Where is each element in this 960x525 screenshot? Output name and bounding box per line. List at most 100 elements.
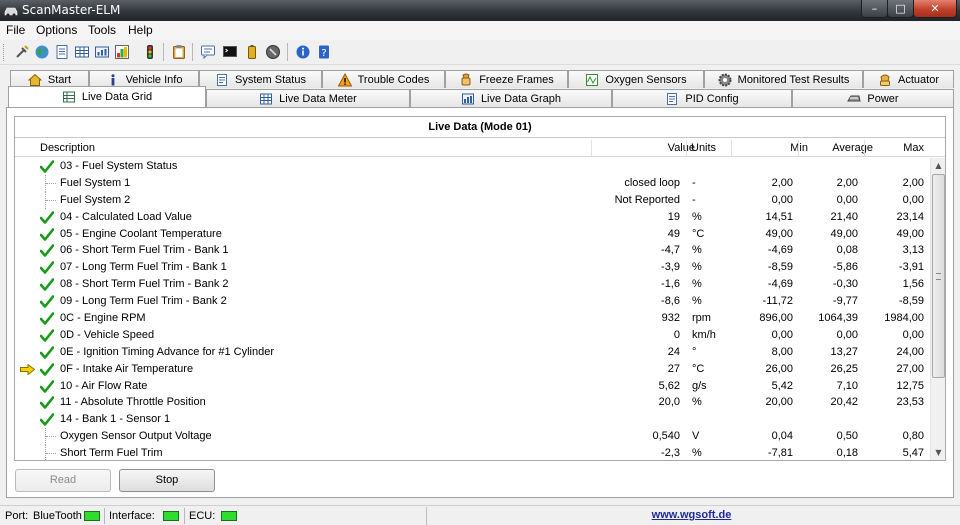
vertical-scrollbar[interactable]: ▲ ▼ — [930, 158, 945, 460]
help-icon[interactable]: ? — [315, 43, 332, 60]
traffic-light-icon[interactable] — [141, 43, 158, 60]
column-units[interactable]: Units — [691, 142, 716, 156]
cell-min: 26,00 — [765, 362, 793, 375]
cell-average: 0,00 — [836, 193, 858, 206]
table-row[interactable]: 04 - Calculated Load Value 19% 14,51 21,40 2… — [15, 209, 930, 226]
cell-units: °C — [692, 227, 705, 240]
checkmark-icon[interactable] — [40, 379, 54, 393]
tree-connector — [45, 174, 57, 192]
cell-units: ° — [692, 345, 697, 358]
grid-title: Live Data (Mode 01) — [15, 117, 945, 138]
current-row-arrow-icon — [20, 363, 35, 375]
tab-monitored-test-results[interactable]: Monitored Test Results — [704, 70, 863, 88]
tab-oxygen-sensors[interactable]: Oxygen Sensors — [568, 70, 704, 88]
chart-icon[interactable] — [113, 43, 130, 60]
table-row[interactable]: 14 - Bank 1 - Sensor 1 — [15, 411, 930, 428]
tab-actuator[interactable]: Actuator — [863, 70, 954, 88]
tab-live-data-grid[interactable]: Live Data Grid — [8, 86, 206, 107]
checkmark-icon[interactable] — [40, 413, 54, 427]
tab-pid-config[interactable]: PID Config — [612, 89, 792, 107]
cell-max: 12,75 — [896, 379, 924, 392]
scroll-up-icon[interactable]: ▲ — [931, 158, 945, 173]
website-link[interactable]: www.wgsoft.de — [652, 509, 732, 521]
cell-average: -0,30 — [832, 278, 858, 291]
table-row[interactable]: 06 - Short Term Fuel Trim - Bank 1 -4,7% -… — [15, 242, 930, 259]
tab-live-data-meter[interactable]: Live Data Meter — [206, 89, 410, 107]
tab-system-status[interactable]: System Status — [199, 70, 322, 88]
toolbar-grip[interactable] — [3, 44, 6, 61]
minimize-button[interactable]: – — [861, 0, 888, 18]
document-icon — [215, 73, 229, 87]
globe-icon[interactable] — [33, 43, 50, 60]
column-description[interactable]: Description — [40, 142, 95, 156]
tab-power[interactable]: Power — [792, 89, 954, 107]
table-row[interactable]: 11 - Absolute Throttle Position 20,0% 20,0… — [15, 394, 930, 411]
column-divider[interactable] — [731, 140, 732, 156]
table-icon[interactable] — [93, 43, 110, 60]
table-row[interactable]: 0C - Engine RPM 932 rpm 896,00 1064,39 1984,0… — [15, 310, 930, 327]
cell-max: 3,13 — [902, 244, 924, 257]
connect-icon[interactable] — [13, 43, 30, 60]
column-min[interactable]: Min — [790, 142, 808, 156]
checkmark-icon[interactable] — [40, 362, 54, 376]
column-divider[interactable] — [864, 140, 865, 156]
tab-live-data-graph[interactable]: Live Data Graph — [410, 89, 612, 107]
checkmark-icon[interactable] — [40, 345, 54, 359]
checkmark-icon[interactable] — [40, 278, 54, 292]
cell-max: 5,47 — [902, 447, 924, 460]
menu-help[interactable]: Help — [128, 23, 153, 37]
table-row[interactable]: 07 - Long Term Fuel Trim - Bank 1 -3,9% -8… — [15, 259, 930, 276]
tab-trouble-codes[interactable]: Trouble Codes — [322, 70, 445, 88]
table-row[interactable]: 09 - Long Term Fuel Trim - Bank 2 -8,6% -1… — [15, 293, 930, 310]
stop-icon[interactable] — [264, 43, 281, 60]
table-row[interactable]: Short Term Fuel Trim -2,3% -7,81 0,18 5,47 — [15, 445, 930, 460]
table-row[interactable]: Oxygen Sensor Output Voltage 0,540 V 0,04 0,… — [15, 428, 930, 446]
table-row[interactable]: 0D - Vehicle Speed 0 km/h 0,00 0,00 0,00 — [15, 327, 930, 344]
stop-button[interactable]: Stop — [119, 469, 215, 492]
cell-description: 04 - Calculated Load Value — [60, 210, 192, 223]
monitor-icon[interactable] — [221, 43, 238, 60]
column-divider[interactable] — [591, 140, 592, 156]
column-average[interactable]: Average — [832, 142, 873, 156]
checkmark-icon[interactable] — [40, 295, 54, 308]
column-divider[interactable] — [686, 140, 687, 156]
table-row[interactable]: 0E - Ignition Timing Advance for #1 Cyli… — [15, 344, 930, 361]
table-row[interactable]: 10 - Air Flow Rate 5,62 g/s 5,42 7,10 12,75 — [15, 378, 930, 395]
checkmark-icon[interactable] — [40, 312, 54, 325]
checkmark-icon[interactable] — [40, 261, 54, 275]
scrollbar-thumb[interactable] — [932, 174, 945, 378]
checkmark-icon[interactable] — [40, 244, 54, 258]
checkmark-icon[interactable] — [40, 396, 54, 410]
info-icon[interactable] — [294, 43, 311, 60]
table-row[interactable]: Fuel System 1 closed loop - 2,00 2,00 2,00 — [15, 174, 930, 192]
column-max[interactable]: Max — [903, 142, 924, 156]
menu-tools[interactable]: Tools — [88, 23, 116, 37]
checkmark-icon[interactable] — [40, 329, 54, 342]
clipboard-icon[interactable] — [170, 43, 187, 60]
power-icon — [847, 92, 862, 106]
terminal-chat-icon[interactable] — [199, 43, 216, 60]
read-button[interactable]: Read — [15, 469, 111, 492]
table-row[interactable]: 08 - Short Term Fuel Trim - Bank 2 -1,6% -… — [15, 276, 930, 293]
tab-label: PID Config — [685, 92, 739, 105]
menu-file[interactable]: File — [6, 23, 25, 37]
table-row[interactable]: 0F - Intake Air Temperature 27 °C 26,00 26,2… — [15, 361, 930, 378]
table-row[interactable]: Fuel System 2 Not Reported - 0,00 0,00 0,00 — [15, 191, 930, 209]
checkmark-icon[interactable] — [40, 160, 54, 173]
close-button[interactable]: ✕ — [913, 0, 957, 18]
tab-freeze-frames[interactable]: Freeze Frames — [445, 70, 568, 88]
battery-icon[interactable] — [243, 43, 260, 60]
table-row[interactable]: 05 - Engine Coolant Temperature 49 °C 49,00… — [15, 226, 930, 243]
cell-max: -3,91 — [898, 261, 924, 274]
column-divider[interactable] — [798, 140, 799, 156]
menu-options[interactable]: Options — [36, 23, 77, 37]
grid-icon[interactable] — [73, 43, 90, 60]
cell-description: 08 - Short Term Fuel Trim - Bank 2 — [60, 278, 229, 291]
port-value: BlueTooth — [33, 510, 82, 522]
scroll-down-icon[interactable]: ▼ — [931, 445, 945, 460]
checkmark-icon[interactable] — [40, 210, 54, 224]
document-icon[interactable] — [53, 43, 70, 60]
maximize-button[interactable]: □ — [887, 0, 914, 18]
table-row[interactable]: 03 - Fuel System Status — [15, 158, 930, 175]
checkmark-icon[interactable] — [40, 227, 54, 241]
